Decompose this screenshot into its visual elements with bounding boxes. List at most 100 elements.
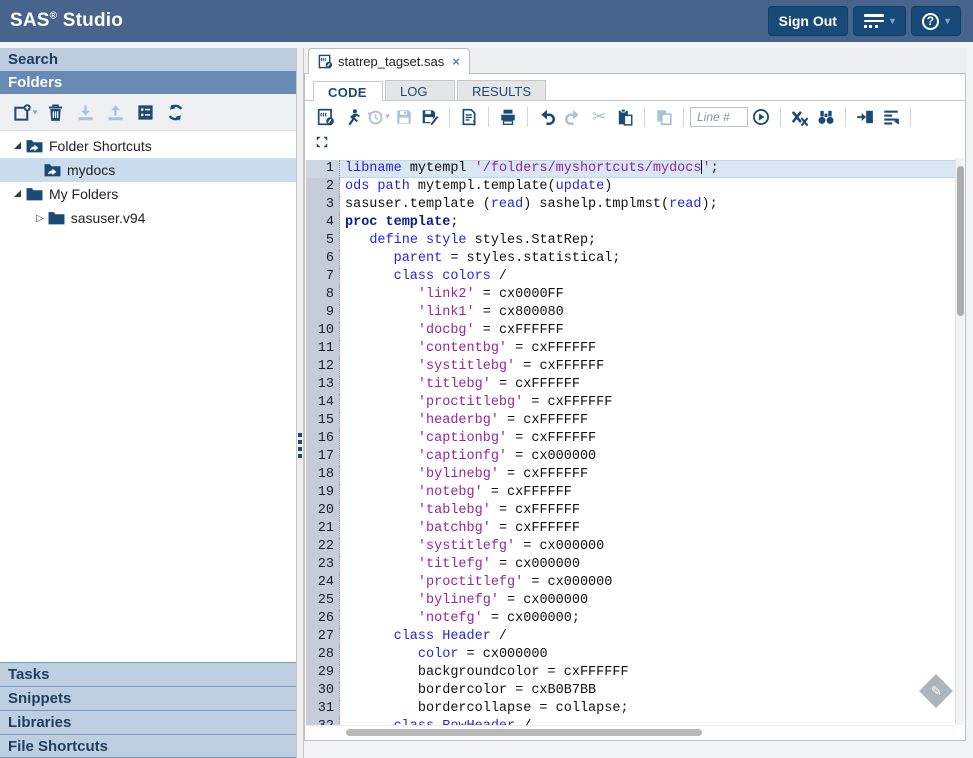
close-icon[interactable]: × (452, 55, 460, 68)
code-line[interactable]: 23 'titlefg' = cx000000 (306, 556, 964, 574)
tab-code[interactable]: CODE (313, 81, 383, 101)
tab-results[interactable]: RESULTS (457, 80, 546, 100)
code-line[interactable]: 11 'contentbg' = cxFFFFFF (306, 340, 964, 358)
line-number: 9 (306, 304, 340, 322)
code-line[interactable]: 30 bordercolor = cxB0B7BB (306, 682, 964, 700)
delete-button[interactable] (42, 100, 68, 124)
line-number: 11 (306, 340, 340, 358)
redo-button[interactable] (560, 105, 586, 129)
maximize-view-icon[interactable] (315, 135, 329, 149)
collapsed-caret-icon[interactable]: ▷ (36, 213, 44, 224)
code-line[interactable]: 21 'batchbg' = cxFFFFFF (306, 520, 964, 538)
code-line[interactable]: 25 'bylinefg' = cx000000 (306, 592, 964, 610)
line-content: 'tablebg' = cxFFFFFF (340, 502, 580, 520)
new-program-button[interactable] (313, 105, 339, 129)
print-button[interactable] (495, 105, 521, 129)
code-line[interactable]: 13 'titlebg' = cxFFFFFF (306, 376, 964, 394)
code-line[interactable]: 2ods path mytempl.template(update) (306, 178, 964, 196)
line-number: 27 (306, 628, 340, 646)
upload-button[interactable] (102, 100, 128, 124)
refresh-button[interactable] (162, 100, 188, 124)
code-editor[interactable]: 1libname mytempl '/folders/myshortcuts/m… (306, 158, 964, 725)
code-line[interactable]: 32 class RowHeader / (306, 718, 964, 725)
tree-item-my-folders[interactable]: My Folders (0, 182, 296, 206)
code-line[interactable]: 20 'tablebg' = cxFFFFFF (306, 502, 964, 520)
toolbar-separator (910, 107, 911, 127)
help-icon: ? (922, 13, 939, 30)
code-line[interactable]: 31 bordercollapse = collapse; (306, 700, 964, 718)
line-content: 'bylinefg' = cx000000 (340, 592, 588, 610)
redo-icon (564, 108, 582, 126)
line-content: color = cx000000 (340, 646, 548, 664)
code-line[interactable]: 4proc template; (306, 214, 964, 232)
section-file-shortcuts[interactable]: File Shortcuts (0, 734, 296, 758)
code-line[interactable]: 6 parent = styles.statistical; (306, 250, 964, 268)
undo-button[interactable] (534, 105, 560, 129)
application-options-button[interactable]: ▾ (853, 6, 906, 36)
cut-button[interactable]: ✂ (586, 105, 612, 129)
toolbar-separator (527, 107, 528, 127)
code-line[interactable]: 8 'link2' = cx0000FF (306, 286, 964, 304)
section-tasks[interactable]: Tasks (0, 662, 296, 686)
expanded-caret-icon[interactable] (14, 190, 21, 197)
code-line[interactable]: 19 'notebg' = cxFFFFFF (306, 484, 964, 502)
code-line[interactable]: 1libname mytempl '/folders/myshortcuts/m… (306, 160, 964, 178)
section-snippets[interactable]: Snippets (0, 686, 296, 710)
horizontal-scrollbar[interactable] (306, 725, 954, 739)
code-line[interactable]: 27 class Header / (306, 628, 964, 646)
format-code-button[interactable] (878, 105, 904, 129)
vertical-scrollbar[interactable] (955, 158, 964, 725)
run-button[interactable] (339, 105, 365, 129)
sidebar-splitter[interactable] (296, 48, 304, 758)
code-line[interactable]: 29 backgroundcolor = cxFFFFFF (306, 664, 964, 682)
new-icon (13, 103, 32, 122)
new-item-button[interactable]: ▾ (12, 100, 38, 124)
save-as-button[interactable] (417, 105, 443, 129)
code-line[interactable]: 17 'captionfg' = cx000000 (306, 448, 964, 466)
tab-statrep-tagset[interactable]: statrep_tagset.sas × (308, 48, 470, 74)
indent-code-button[interactable] (852, 105, 878, 129)
code-line[interactable]: 12 'systitlebg' = cxFFFFFF (306, 358, 964, 376)
code-line[interactable]: 22 'systitlefg' = cx000000 (306, 538, 964, 556)
help-button[interactable]: ? ▾ (911, 6, 961, 36)
code-line[interactable]: 10 'docbg' = cxFFFFFF (306, 322, 964, 340)
code-line[interactable]: 3sasuser.template (read) sashelp.tmplmst… (306, 196, 964, 214)
code-line[interactable]: 9 'link1' = cx800080 (306, 304, 964, 322)
go-to-line-button[interactable] (748, 105, 774, 129)
submission-history-button[interactable]: ▾ (365, 105, 391, 129)
code-line[interactable]: 14 'proctitlebg' = cxFFFFFF (306, 394, 964, 412)
save-button[interactable] (391, 105, 417, 129)
vertical-scrollbar-thumb[interactable] (957, 166, 964, 316)
tab-log[interactable]: LOG (385, 80, 455, 100)
clear-code-button[interactable] (787, 105, 813, 129)
code-line[interactable]: 28 color = cx000000 (306, 646, 964, 664)
code-line[interactable]: 18 'bylinebg' = cxFFFFFF (306, 466, 964, 484)
download-button[interactable] (72, 100, 98, 124)
tree-item-mydocs[interactable]: mydocs (0, 158, 296, 182)
save-icon (395, 108, 413, 126)
line-number: 12 (306, 358, 340, 376)
code-line[interactable]: 15 'headerbg' = cxFFFFFF (306, 412, 964, 430)
code-line[interactable]: 16 'captionbg' = cxFFFFFF (306, 430, 964, 448)
tree-item-folder-shortcuts[interactable]: Folder Shortcuts (0, 134, 296, 158)
clear-code-icon (791, 108, 809, 126)
code-line[interactable]: 26 'notefg' = cx000000; (306, 610, 964, 628)
section-libraries[interactable]: Libraries (0, 710, 296, 734)
section-folders[interactable]: Folders (0, 71, 296, 94)
code-line[interactable]: 5 define style styles.StatRep; (306, 232, 964, 250)
program-summary-button[interactable] (456, 105, 482, 129)
line-number-input[interactable] (690, 107, 748, 127)
sign-out-button[interactable]: Sign Out (768, 6, 848, 36)
tree-item-sasuser-v94[interactable]: ▷ sasuser.v94 (0, 206, 296, 230)
copy-button[interactable] (651, 105, 677, 129)
expanded-caret-icon[interactable] (14, 142, 21, 149)
line-content: sasuser.template (read) sashelp.tmplmst(… (340, 196, 718, 214)
properties-button[interactable] (132, 100, 158, 124)
find-replace-button[interactable] (813, 105, 839, 129)
paste-button[interactable] (612, 105, 638, 129)
app-title: SAS® Studio (0, 10, 123, 32)
section-search[interactable]: Search (0, 48, 296, 71)
horizontal-scrollbar-thumb[interactable] (346, 729, 702, 736)
code-line[interactable]: 24 'proctitlefg' = cx000000 (306, 574, 964, 592)
code-line[interactable]: 7 class colors / (306, 268, 964, 286)
